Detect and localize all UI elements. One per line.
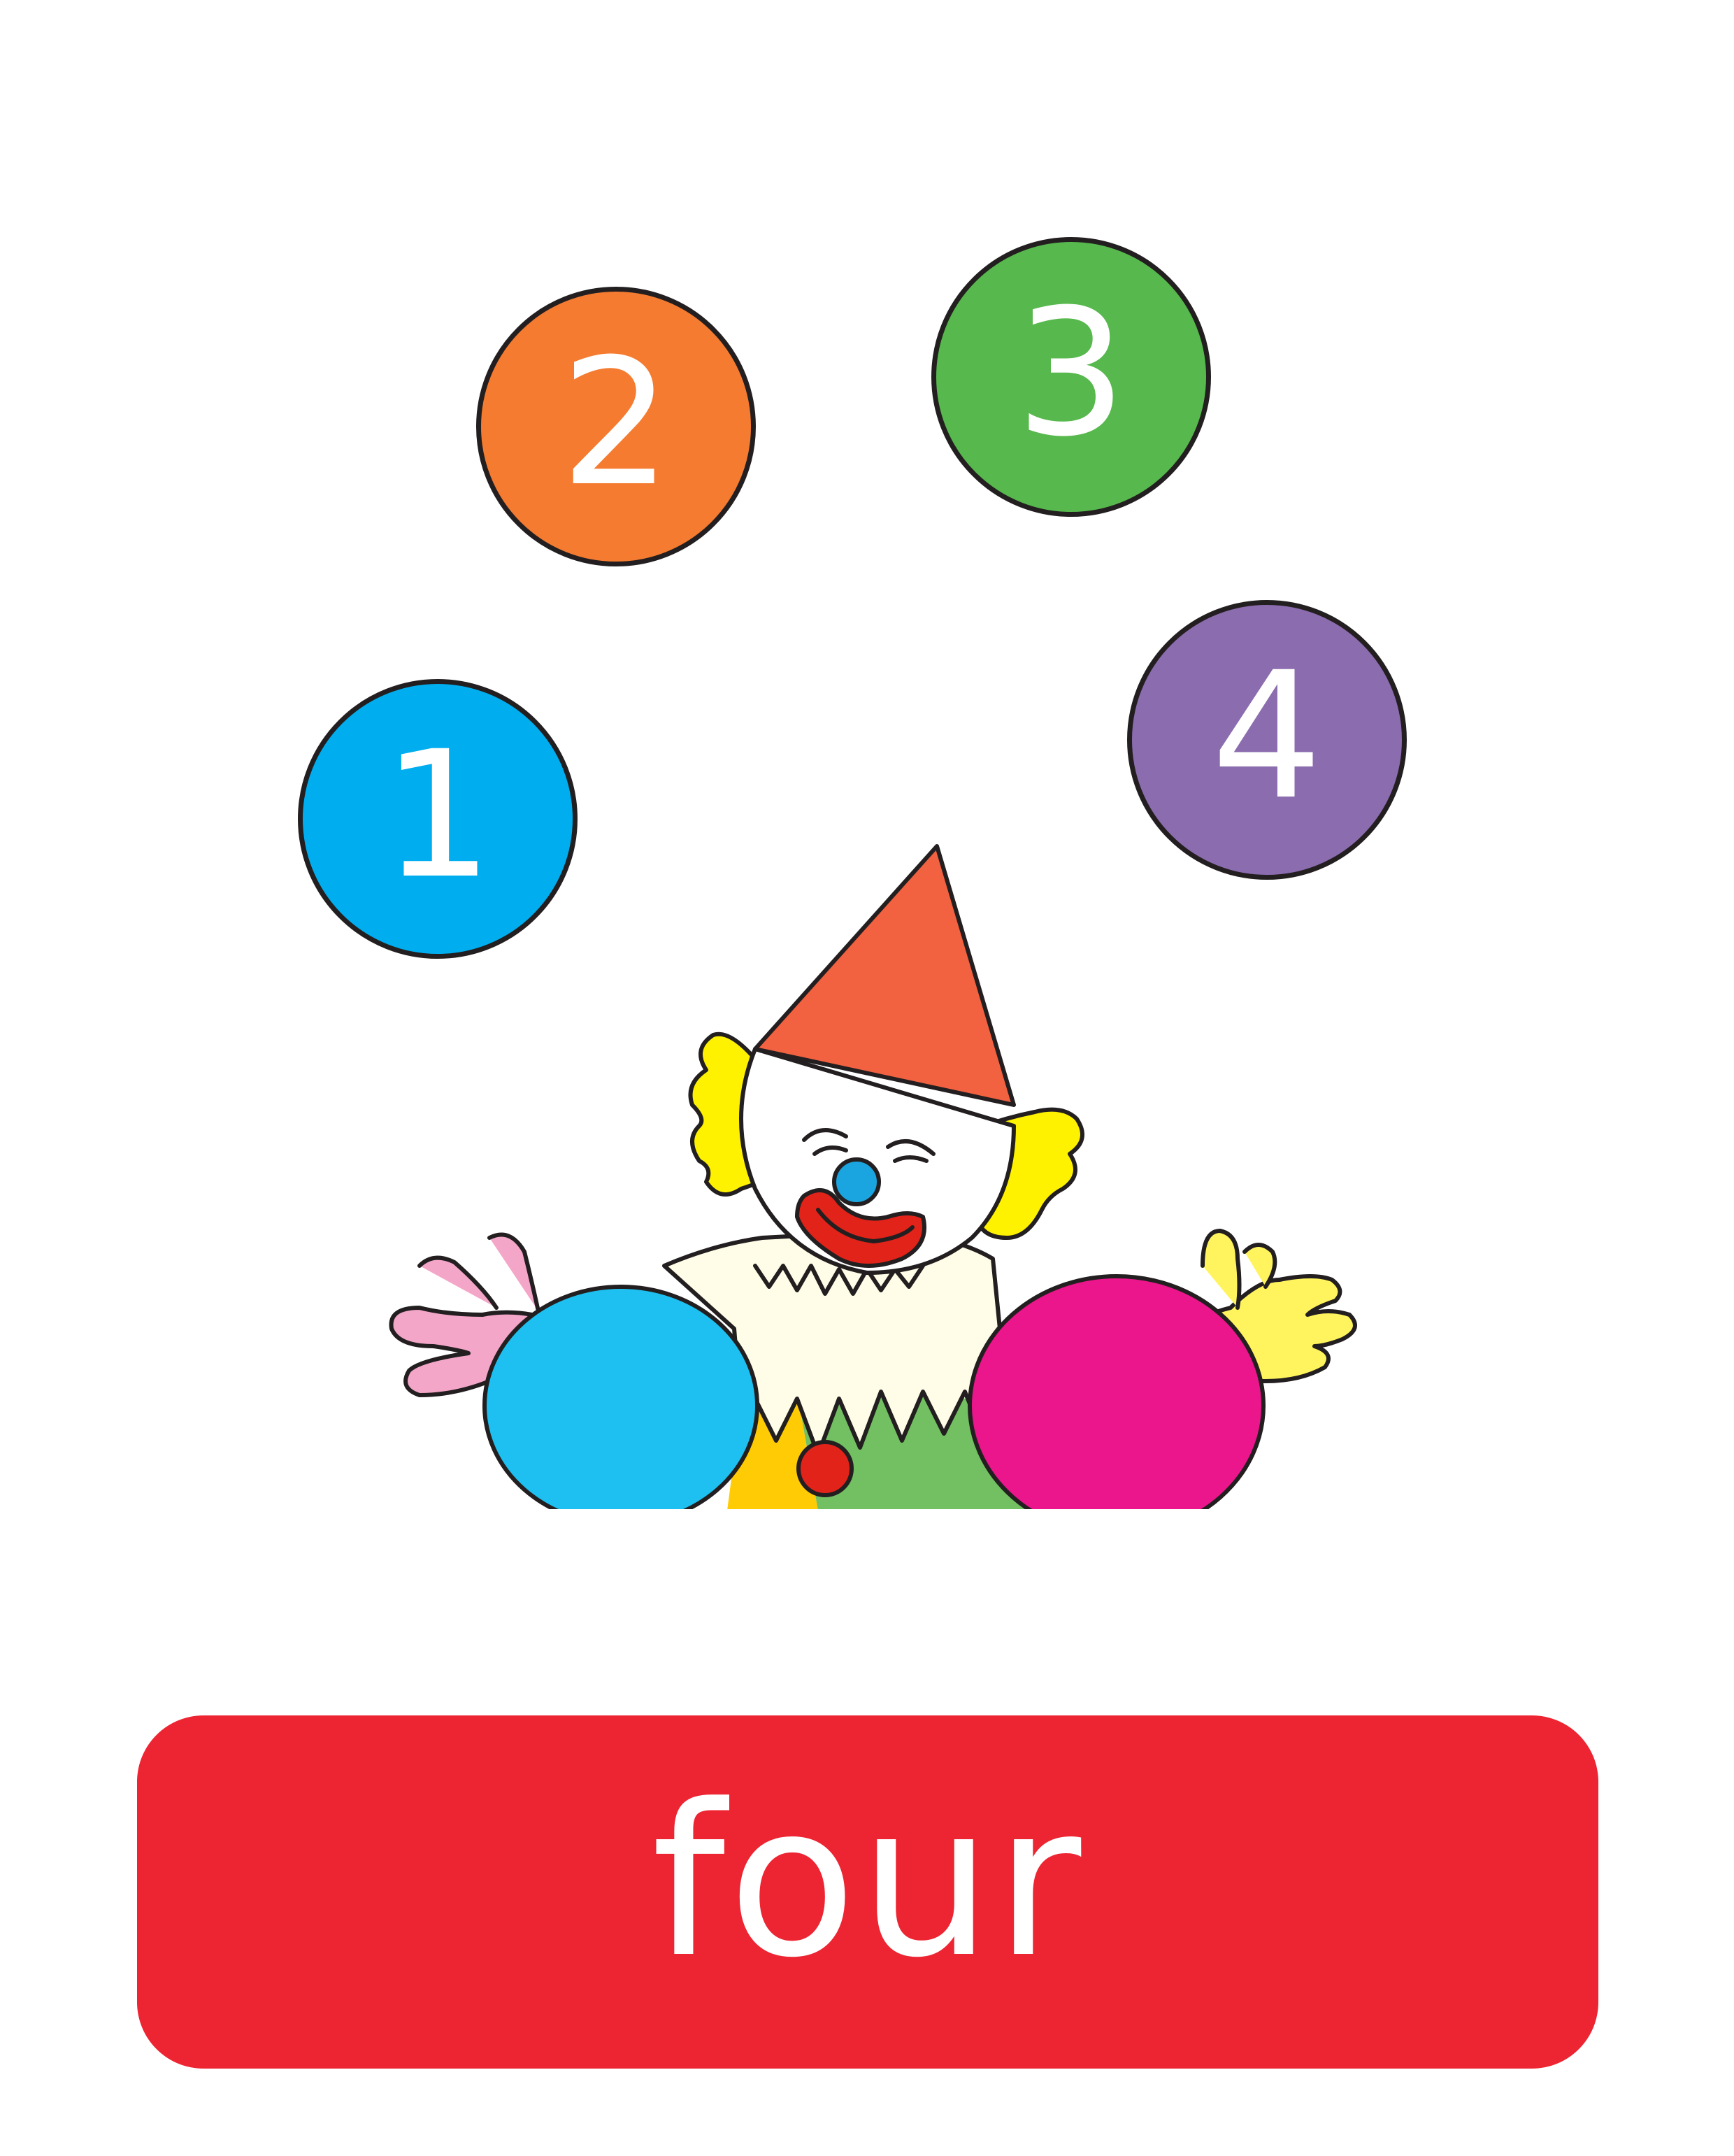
number-3-label: 3 bbox=[1015, 271, 1127, 475]
clown-nose bbox=[832, 1157, 881, 1206]
clown-icon bbox=[389, 844, 1357, 1509]
flashcard: 1 2 3 4 four bbox=[0, 0, 1734, 2156]
clown-right-arm bbox=[968, 1274, 1266, 1509]
number-2-label: 2 bbox=[560, 321, 672, 524]
clown-button bbox=[796, 1440, 854, 1497]
number-ball-3: 3 bbox=[931, 237, 1211, 517]
number-ball-2: 2 bbox=[476, 287, 756, 566]
number-4-label: 4 bbox=[1211, 634, 1323, 838]
word-label: four bbox=[651, 1759, 1084, 2004]
word-label-box: four bbox=[137, 1715, 1598, 2069]
clown-left-arm bbox=[482, 1285, 759, 1509]
